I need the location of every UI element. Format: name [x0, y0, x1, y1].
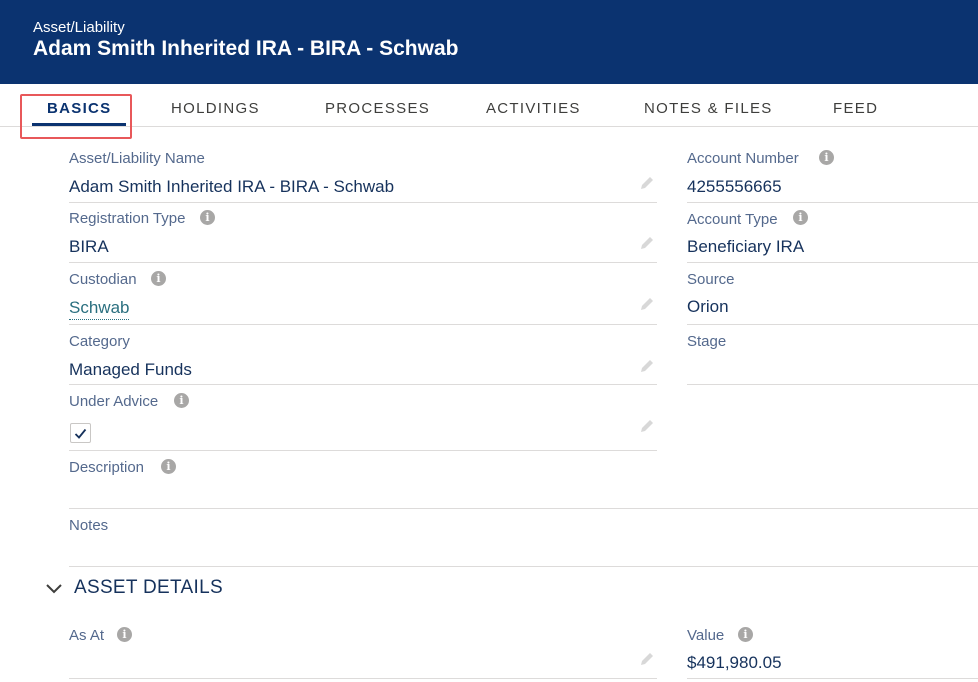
field-divider	[69, 450, 657, 451]
edit-pencil-icon[interactable]	[638, 357, 656, 375]
stage-label: Stage	[687, 333, 727, 350]
object-type-label: Asset/Liability	[33, 19, 125, 36]
field-divider	[69, 678, 657, 679]
info-icon[interactable]: i	[200, 210, 215, 225]
info-icon[interactable]: i	[161, 459, 176, 474]
info-icon[interactable]: i	[151, 271, 166, 286]
account-type-value: Beneficiary IRA	[687, 237, 805, 256]
info-icon[interactable]: i	[117, 627, 132, 642]
field-divider	[687, 678, 978, 679]
as-at-label: As At	[69, 627, 105, 644]
source-value: Orion	[687, 297, 729, 316]
category-value: Managed Funds	[69, 360, 192, 379]
account-number-label: Account Number	[687, 150, 799, 167]
field-divider	[69, 566, 978, 567]
custodian-label: Custodian	[69, 271, 137, 288]
field-divider	[687, 202, 978, 203]
field-divider	[687, 384, 978, 385]
field-divider	[69, 324, 657, 325]
account-number-value: 4255556665	[687, 177, 782, 196]
record-title: Adam Smith Inherited IRA - BIRA - Schwab	[33, 37, 459, 60]
edit-pencil-icon[interactable]	[638, 234, 656, 252]
under-advice-checkbox[interactable]	[70, 423, 91, 443]
tab-processes[interactable]: PROCESSES	[325, 100, 430, 117]
field-divider	[69, 202, 657, 203]
value-amount: $491,980.05	[687, 653, 782, 672]
custodian-link[interactable]: Schwab	[69, 298, 130, 320]
info-icon[interactable]: i	[174, 393, 189, 408]
tab-activities[interactable]: ACTIVITIES	[486, 100, 581, 117]
tab-holdings[interactable]: HOLDINGS	[171, 100, 260, 117]
notes-label: Notes	[69, 517, 109, 534]
checkmark-icon	[74, 428, 87, 439]
asset-name-label: Asset/Liability Name	[69, 150, 205, 167]
info-icon[interactable]: i	[793, 210, 808, 225]
tab-notes-files[interactable]: NOTES & FILES	[644, 100, 773, 117]
field-divider	[687, 324, 978, 325]
registration-type-value: BIRA	[69, 237, 109, 256]
info-icon[interactable]: i	[819, 150, 834, 165]
account-type-label: Account Type	[687, 211, 778, 228]
description-label: Description	[69, 459, 145, 476]
section-title-asset-details[interactable]: ASSET DETAILS	[74, 577, 223, 599]
value-label: Value	[687, 627, 725, 644]
source-label: Source	[687, 271, 735, 288]
tab-feed[interactable]: FEED	[833, 100, 878, 117]
edit-pencil-icon[interactable]	[638, 417, 656, 435]
record-header: Asset/Liability Adam Smith Inherited IRA…	[0, 0, 978, 84]
field-divider	[69, 384, 657, 385]
field-divider	[69, 262, 657, 263]
asset-name-value: Adam Smith Inherited IRA - BIRA - Schwab	[69, 177, 395, 196]
edit-pencil-icon[interactable]	[638, 174, 656, 192]
info-icon[interactable]: i	[738, 627, 753, 642]
under-advice-label: Under Advice	[69, 393, 159, 410]
field-divider	[687, 262, 978, 263]
tab-highlight-box	[20, 94, 132, 139]
chevron-down-icon[interactable]	[44, 579, 64, 599]
edit-pencil-icon[interactable]	[638, 295, 656, 313]
category-label: Category	[69, 333, 130, 350]
tab-bar: BASICS HOLDINGS PROCESSES ACTIVITIES NOT…	[0, 84, 978, 127]
edit-pencil-icon[interactable]	[638, 650, 656, 668]
registration-type-label: Registration Type	[69, 210, 186, 227]
field-divider	[69, 508, 978, 509]
